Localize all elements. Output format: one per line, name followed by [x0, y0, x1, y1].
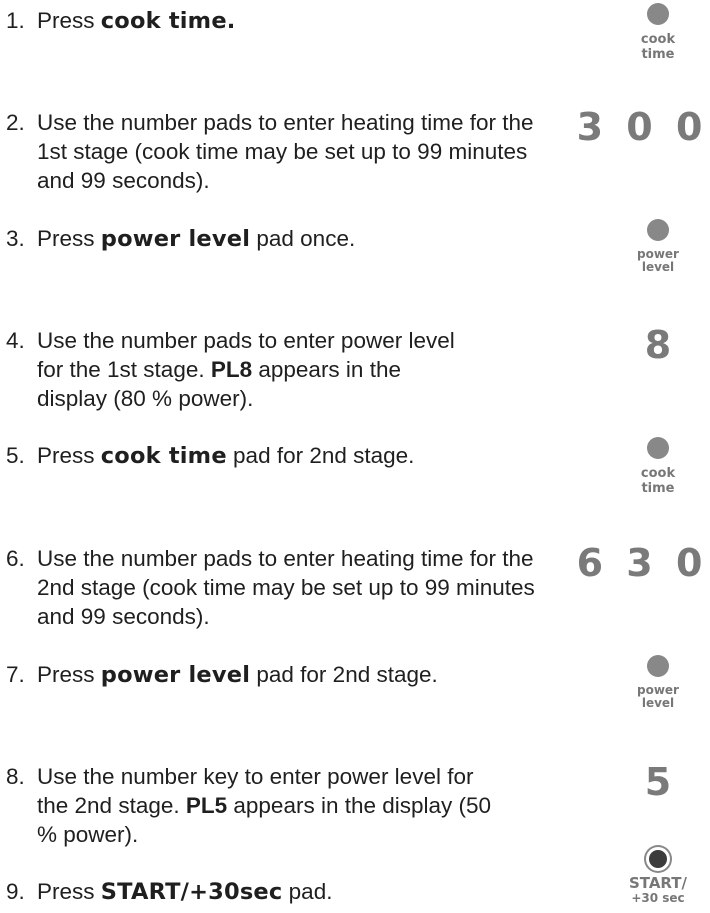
step-text: Press: [37, 662, 101, 687]
pad-label-line2: level: [641, 260, 675, 274]
step-text: Use the number pads to enter heating tim…: [37, 546, 535, 629]
start-button-icon: [649, 850, 667, 868]
step-text: Press: [37, 226, 101, 251]
step-8: 8. Use the number key to enter power lev…: [6, 762, 536, 849]
cook-time-pad[interactable]: cook time: [608, 3, 708, 62]
step-keyword: power level: [100, 662, 251, 688]
step-keyword: START/+30sec: [100, 879, 283, 905]
step-2: 2. Use the number pads to enter heating …: [6, 108, 536, 195]
power-level-pad[interactable]: power level: [608, 655, 708, 710]
display-level-stage-1: 8: [644, 323, 672, 367]
step-number: 4.: [6, 328, 25, 353]
step-1: 1. Press cook time.: [6, 6, 536, 36]
step-number: 8.: [6, 764, 25, 789]
pad-label-line1: START/: [628, 874, 688, 892]
step-number: 1.: [6, 8, 25, 33]
pad-label-line2: time: [641, 47, 675, 62]
display-time-stage-2: 6 3 0: [576, 541, 708, 585]
step-7: 7. Press power level pad for 2nd stage.: [6, 660, 536, 690]
step-5: 5. Press cook time pad for 2nd stage.: [6, 441, 536, 471]
step-text: pad for 2nd stage.: [250, 662, 438, 687]
display-time-stage-1: 3 0 0: [576, 105, 708, 149]
step-text: Press: [37, 443, 101, 468]
pad-label-line2: level: [641, 696, 675, 710]
pad-button-icon: [647, 219, 669, 241]
step-text: pad for 2nd stage.: [226, 443, 415, 468]
start-pad[interactable]: START/ +30 sec: [608, 848, 708, 905]
step-text: Use the number pads to enter heating tim…: [37, 110, 534, 193]
step-text: pad once.: [250, 226, 356, 251]
pad-button-icon: [647, 3, 669, 25]
step-9: 9. Press START/+30sec pad.: [6, 877, 536, 907]
step-keyword: cook time: [100, 443, 227, 469]
step-number: 2.: [6, 110, 25, 135]
pad-button-icon: [647, 437, 669, 459]
step-keyword: power level: [100, 226, 251, 252]
pad-label-line2: time: [641, 481, 675, 496]
pad-label-line2: +30 sec: [631, 891, 685, 905]
pad-label-line1: cook: [640, 466, 676, 481]
step-text: pad.: [282, 879, 333, 904]
step-number: 3.: [6, 226, 25, 251]
step-number: 5.: [6, 443, 25, 468]
step-number: 6.: [6, 546, 25, 571]
step-keyword: cook time.: [100, 8, 236, 34]
step-text: Press: [37, 8, 101, 33]
step-6: 6. Use the number pads to enter heating …: [6, 544, 536, 631]
cook-time-pad[interactable]: cook time: [608, 437, 708, 496]
step-code: PL5: [185, 793, 228, 818]
step-text: Press: [37, 879, 101, 904]
step-4: 4. Use the number pads to enter power le…: [6, 326, 536, 413]
pad-button-icon: [647, 655, 669, 677]
step-code: PL8: [210, 357, 253, 382]
step-3: 3. Press power level pad once.: [6, 224, 536, 254]
step-number: 9.: [6, 879, 25, 904]
step-number: 7.: [6, 662, 25, 687]
power-level-pad[interactable]: power level: [608, 219, 708, 274]
display-level-stage-2: 5: [644, 760, 672, 804]
pad-label-line1: cook: [640, 32, 676, 47]
